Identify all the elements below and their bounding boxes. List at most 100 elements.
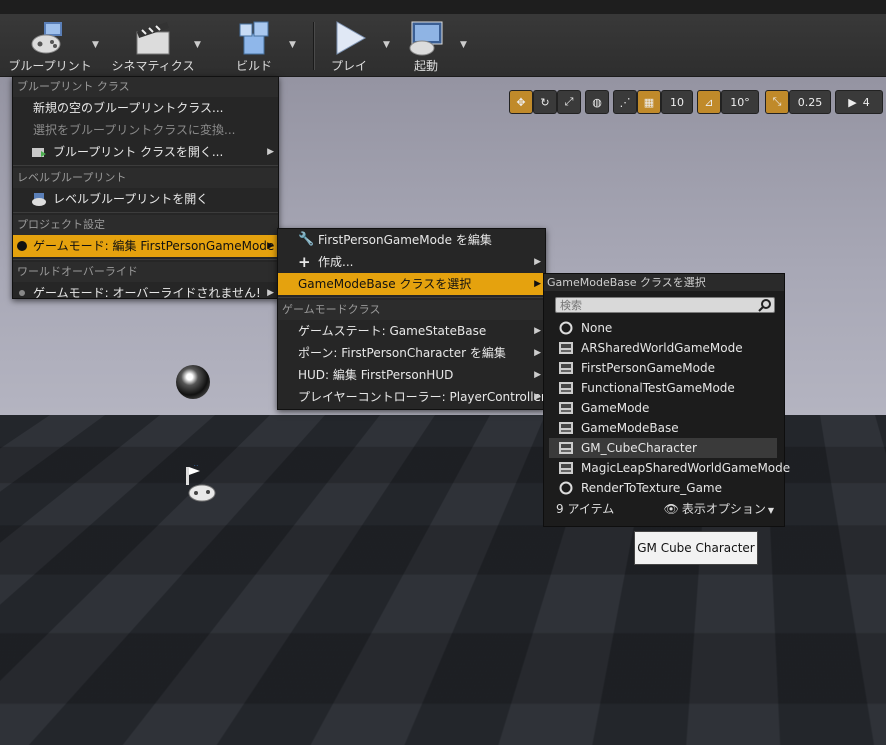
class-list-item[interactable]: None [549, 318, 777, 338]
class-icon [559, 382, 573, 394]
class-list-item[interactable]: FunctionalTestGameMode [549, 378, 777, 398]
rotation-snap-toggle[interactable]: ⊿ [697, 90, 721, 114]
submenu-arrow-icon: ▶ [534, 370, 541, 380]
scale-icon: ⤢ [564, 95, 574, 108]
play-icon [336, 21, 367, 55]
rotation-snap-label: 10° [730, 95, 750, 109]
bullet-icon [19, 290, 25, 296]
camera-speed-label: 4 [862, 95, 870, 109]
eye-icon: 👁 [663, 502, 679, 516]
open-level-blueprint-item[interactable]: レベルブループリントを開く [13, 188, 278, 210]
player-start-icon[interactable] [180, 465, 218, 509]
blueprint-button-label: ブループリント [8, 59, 92, 73]
rotate-mode-button[interactable]: ↻ [533, 90, 557, 114]
class-search-box[interactable] [555, 297, 775, 313]
view-options-button[interactable]: 👁 表示オプション ▼ [664, 498, 774, 522]
select-base-class-label: GameModeBase クラスを選択 [298, 277, 472, 291]
select-base-class-item[interactable]: GameModeBase クラスを選択 ▶ [278, 273, 545, 295]
chevron-down-icon: ▼ [767, 506, 774, 515]
class-icon [559, 402, 573, 414]
class-list-item-selected[interactable]: GM_CubeCharacter [549, 438, 777, 458]
menu-divider [13, 165, 278, 166]
surface-snap-button[interactable]: ⋰ [613, 90, 637, 114]
pawn-item[interactable]: ポーン: FirstPersonCharacter を編集 ▶ [278, 342, 545, 364]
section-game-mode-classes: ゲームモードクラス [278, 300, 545, 320]
grid-snap-toggle[interactable]: ▦ [637, 90, 661, 114]
open-blueprint-icon [32, 148, 46, 157]
blueprint-dropdown-arrow[interactable]: ▼ [92, 40, 104, 50]
class-list-item[interactable]: GameModeBase [549, 418, 777, 438]
class-picker-panel: GameModeBase クラスを選択 None ARSharedWorldGa… [543, 273, 790, 527]
game-state-label: ゲームステート: GameStateBase [298, 324, 487, 338]
cinematics-dropdown-arrow[interactable]: ▼ [194, 40, 206, 50]
launch-monitor-icon [409, 21, 443, 56]
launch-toolbar-button[interactable]: 起動 [398, 16, 454, 74]
view-options-label: 表示オプション [681, 502, 766, 516]
globe-icon: ◍ [592, 95, 602, 109]
camera-speed-button[interactable]: ▶ 4 [835, 90, 883, 114]
class-icon [559, 422, 573, 434]
new-empty-blueprint-class-item[interactable]: 新規の空のブループリントクラス... [13, 97, 278, 119]
blueprint-toolbar-button[interactable]: ブループリント [6, 16, 94, 74]
class-list-item-label: None [581, 321, 613, 335]
class-icon [559, 362, 573, 374]
game-mode-edit-item[interactable]: ゲームモード: 編集 FirstPersonGameMode ▶ [13, 235, 278, 257]
class-list-item[interactable]: MagicLeapSharedWorldGameMode [549, 458, 790, 478]
hud-item[interactable]: HUD: 編集 FirstPersonHUD ▶ [278, 364, 545, 386]
menu-divider [278, 297, 545, 298]
play-dropdown-arrow[interactable]: ▼ [383, 40, 395, 50]
build-toolbar-button[interactable]: ビルド [224, 16, 284, 74]
class-picker-title: GameModeBase クラスを選択 [544, 274, 784, 291]
class-list-item-label: FunctionalTestGameMode [581, 381, 735, 395]
blueprint-menu: ブループリント クラス 新規の空のブループリントクラス... 選択をブループリン… [12, 76, 279, 300]
scale-snap-icon: ⤡ [772, 95, 782, 108]
scale-snap-value[interactable]: 0.25 [789, 90, 831, 114]
class-list-item-label: GameModeBase [581, 421, 679, 435]
grid-snap-label: 10 [670, 95, 684, 109]
level-blueprint-icon [32, 193, 46, 206]
submenu-arrow-icon: ▶ [534, 392, 541, 402]
open-blueprint-class-item[interactable]: ブループリント クラスを開く... ▶ [13, 141, 278, 163]
main-toolbar: ブループリント ▼ シネマティクス ▼ ビルド ▼ プレイ ▼ 起動 ▼ [0, 0, 886, 77]
game-mode-override-item[interactable]: ゲームモード: オーバーライドされません! ▶ [13, 282, 278, 304]
edit-game-mode-label: FirstPersonGameMode を編集 [318, 233, 492, 247]
toolbar-top-strip [0, 0, 886, 14]
hud-label: HUD: 編集 FirstPersonHUD [298, 368, 454, 382]
rotation-snap-value[interactable]: 10° [721, 90, 759, 114]
item-count: 9 アイテム [556, 502, 615, 516]
class-search-input[interactable] [556, 298, 750, 313]
section-level-blueprint: レベルブループリント [13, 168, 278, 188]
reflection-sphere[interactable] [176, 365, 210, 399]
create-item[interactable]: + 作成... ▶ [278, 251, 545, 273]
launch-dropdown-arrow[interactable]: ▼ [460, 40, 472, 50]
scale-snap-toggle[interactable]: ⤡ [765, 90, 789, 114]
world-local-toggle[interactable]: ◍ [585, 90, 609, 114]
play-toolbar-button[interactable]: プレイ [318, 16, 380, 74]
translate-mode-button[interactable]: ✥ [509, 90, 533, 114]
cinematics-button-label: シネマティクス [111, 59, 195, 73]
class-list-item-label: GM_CubeCharacter [581, 441, 697, 455]
section-blueprint-class: ブループリント クラス [13, 77, 278, 97]
class-icon [559, 462, 573, 474]
player-controller-item[interactable]: プレイヤーコントローラー: PlayerController ▶ [278, 386, 546, 408]
grid-snap-value[interactable]: 10 [661, 90, 693, 114]
surface-snap-icon: ⋰ [619, 95, 631, 109]
class-list-item[interactable]: FirstPersonGameMode [549, 358, 777, 378]
open-level-blueprint-label: レベルブループリントを開く [53, 192, 209, 206]
class-list-item[interactable]: RenderToTexture_Game [549, 478, 777, 498]
submenu-arrow-icon: ▶ [534, 326, 541, 336]
cinematics-toolbar-button[interactable]: シネマティクス [110, 16, 196, 74]
bullet-icon [17, 241, 27, 251]
menu-divider [13, 212, 278, 213]
class-picker-footer: 9 アイテム 👁 表示オプション ▼ [544, 498, 784, 520]
game-state-item[interactable]: ゲームステート: GameStateBase ▶ [278, 320, 545, 342]
scale-mode-button[interactable]: ⤢ [557, 90, 581, 114]
edit-game-mode-item[interactable]: 🔧 FirstPersonGameMode を編集 [278, 229, 545, 251]
class-list-item[interactable]: ARSharedWorldGameMode [549, 338, 777, 358]
submenu-arrow-icon: ▶ [267, 288, 274, 298]
class-list-item[interactable]: GameMode [549, 398, 777, 418]
submenu-arrow-icon: ▶ [534, 257, 541, 267]
build-dropdown-arrow[interactable]: ▼ [289, 40, 301, 50]
menu-divider [13, 259, 278, 260]
build-button-label: ビルド [235, 59, 272, 73]
